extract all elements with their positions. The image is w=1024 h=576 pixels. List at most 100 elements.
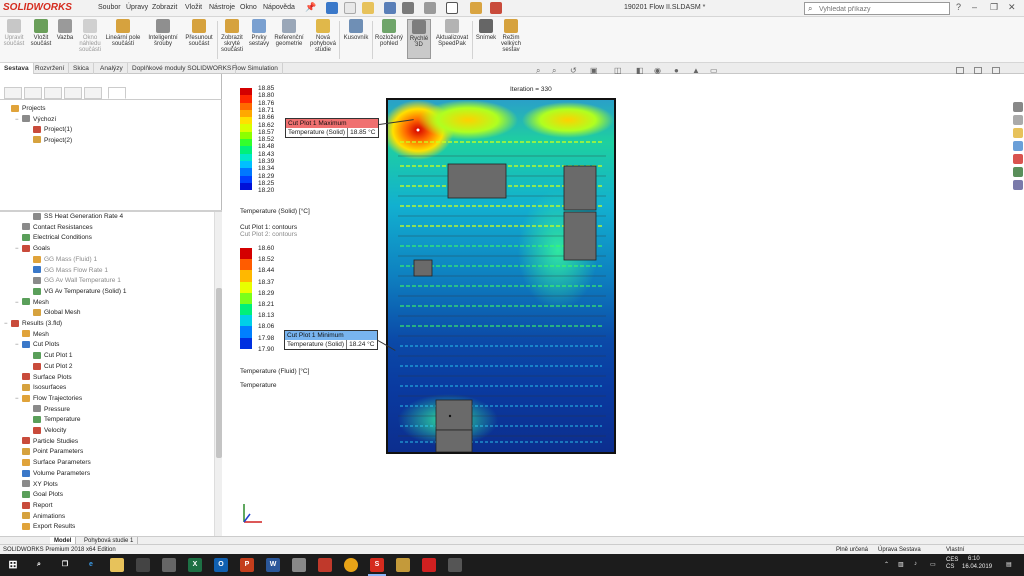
analysis-tree-item[interactable]: Mesh bbox=[15, 330, 49, 340]
projects-tree-item[interactable]: Projects bbox=[4, 104, 45, 114]
analysis-tree-item[interactable]: Contact Resistances bbox=[15, 223, 93, 233]
dimxpert-tab[interactable] bbox=[64, 87, 82, 99]
analysis-tree-item[interactable]: GG Mass (Fluid) 1 bbox=[26, 255, 97, 265]
analysis-tree-item[interactable]: Point Parameters bbox=[15, 447, 83, 457]
battery-icon[interactable]: ▭ bbox=[930, 561, 936, 568]
analysis-tree-item[interactable]: − Cut Plots bbox=[15, 340, 59, 350]
chrome-icon[interactable] bbox=[344, 558, 358, 572]
home-icon[interactable] bbox=[326, 2, 338, 14]
section-view-icon[interactable]: ▣ bbox=[590, 66, 598, 75]
search-input[interactable] bbox=[819, 4, 929, 14]
analysis-tree-item[interactable]: Global Mesh bbox=[26, 308, 81, 318]
menu-file[interactable]: Soubor bbox=[98, 4, 121, 11]
analysis-tree-item[interactable]: Pressure bbox=[26, 405, 70, 415]
analysis-tree-item[interactable]: − Mesh bbox=[15, 298, 49, 308]
print-icon[interactable] bbox=[402, 2, 414, 14]
bom-button[interactable]: Kusovník bbox=[342, 19, 370, 41]
snipping-tool-icon[interactable] bbox=[318, 558, 332, 572]
search-icon[interactable]: ⌕ bbox=[32, 558, 46, 572]
cfd-result-model[interactable] bbox=[386, 98, 616, 454]
language-indicator[interactable]: CES CS bbox=[946, 557, 958, 571]
collapse-toggle-icon[interactable]: − bbox=[15, 394, 21, 404]
graphics-area[interactable]: ⌕ ⌕ ↺ ▣ ◫ ◧ ◉ ● ▲ ▭ Temperature (Solid) … bbox=[222, 66, 1024, 536]
word-icon[interactable]: W bbox=[266, 558, 280, 572]
show-hidden-button[interactable]: Zobrazit skryté součásti bbox=[220, 19, 244, 53]
flow-analysis-tree-tab[interactable] bbox=[108, 87, 126, 99]
options-icon[interactable] bbox=[490, 2, 502, 14]
display-style-icon[interactable]: ◧ bbox=[636, 66, 644, 75]
pin-icon[interactable]: 📌 bbox=[305, 2, 316, 13]
collapse-toggle-icon[interactable]: − bbox=[15, 244, 21, 254]
mail-icon[interactable] bbox=[162, 558, 176, 572]
store-icon[interactable] bbox=[136, 558, 150, 572]
previous-view-icon[interactable]: ↺ bbox=[570, 66, 577, 75]
select-icon[interactable] bbox=[446, 2, 458, 14]
analysis-tree-item[interactable]: Isosurfaces bbox=[15, 383, 66, 393]
search-box[interactable]: ⌕ bbox=[804, 2, 950, 15]
instant3d-button[interactable]: Rychlé 3D bbox=[407, 19, 431, 59]
analysis-tree-item[interactable]: GG Av Wall Temperature 1 bbox=[26, 276, 121, 286]
update-speedpak-button[interactable]: Aktualizovat SpeedPak bbox=[434, 19, 470, 47]
reference-geometry-button[interactable]: Referenční geometrie bbox=[273, 19, 305, 47]
windows-start-icon[interactable]: ⊞ bbox=[6, 558, 20, 572]
property-manager-tab[interactable] bbox=[24, 87, 42, 99]
analysis-tree-item[interactable]: GG Mass Flow Rate 1 bbox=[26, 266, 108, 276]
menu-view[interactable]: Zobrazit bbox=[152, 4, 177, 11]
projects-tree-item[interactable]: − Výchozí bbox=[15, 115, 56, 125]
analysis-tree-item[interactable]: Export Results bbox=[15, 522, 75, 532]
zoom-fit-icon[interactable]: ⌕ bbox=[536, 66, 540, 76]
viewport-restore-icon[interactable] bbox=[974, 67, 982, 74]
smart-fasteners-button[interactable]: Inteligentní šrouby bbox=[145, 19, 181, 47]
minimize-icon[interactable]: – bbox=[972, 2, 977, 12]
menu-insert[interactable]: Vložit bbox=[185, 4, 202, 11]
new-motion-study-button[interactable]: Nová pohybová studie bbox=[309, 19, 337, 53]
analysis-tree-item[interactable]: Cut Plot 2 bbox=[26, 362, 73, 372]
analysis-tree-item[interactable]: Temperature bbox=[26, 415, 81, 425]
tab-addins[interactable]: Doplňkové moduly SOLIDWORKS bbox=[128, 63, 237, 74]
tray-chevron-icon[interactable]: ⌃ bbox=[884, 561, 889, 568]
powerpoint-icon[interactable]: P bbox=[240, 558, 254, 572]
app-icon[interactable] bbox=[448, 558, 462, 572]
linear-pattern-button[interactable]: Lineární pole součástí bbox=[104, 19, 142, 47]
collapse-toggle-icon[interactable]: − bbox=[15, 298, 21, 308]
analysis-tree-item[interactable]: Goal Plots bbox=[15, 490, 63, 500]
view-settings-icon[interactable]: ▭ bbox=[710, 66, 718, 75]
calculator-icon[interactable] bbox=[292, 558, 306, 572]
open-icon[interactable] bbox=[362, 2, 374, 14]
scene-icon[interactable]: ▲ bbox=[692, 66, 700, 75]
collapse-toggle-icon[interactable]: − bbox=[15, 340, 21, 350]
viewport-minimize-icon[interactable] bbox=[956, 67, 964, 74]
projects-tree-item[interactable]: Project(2) bbox=[26, 136, 72, 146]
file-explorer-icon[interactable] bbox=[110, 558, 124, 572]
menu-edit[interactable]: Úpravy bbox=[126, 4, 148, 11]
close-icon[interactable]: ✕ bbox=[1008, 2, 1016, 13]
analysis-tree-item[interactable]: Velocity bbox=[26, 426, 66, 436]
maximize-icon[interactable]: ❐ bbox=[990, 2, 998, 13]
new-document-icon[interactable] bbox=[344, 2, 356, 14]
volume-icon[interactable]: ♪ bbox=[914, 561, 917, 567]
zoom-area-icon[interactable]: ⌕ bbox=[552, 66, 556, 76]
menu-help[interactable]: Nápověda bbox=[263, 4, 295, 11]
notifications-icon[interactable]: ▤ bbox=[1006, 561, 1012, 568]
snapshot-button[interactable]: Snímek bbox=[475, 19, 497, 41]
mate-button[interactable]: Vazba bbox=[56, 19, 74, 41]
configuration-tab[interactable] bbox=[44, 87, 62, 99]
tree-scrollbar[interactable] bbox=[214, 212, 222, 536]
undo-icon[interactable] bbox=[424, 2, 436, 14]
files-icon[interactable] bbox=[396, 558, 410, 572]
solidworks-taskbar-icon[interactable]: S bbox=[368, 558, 386, 576]
large-assembly-button[interactable]: Režim velkých sestav bbox=[499, 19, 523, 53]
collapse-toggle-icon[interactable]: − bbox=[4, 319, 10, 329]
appearances-icon[interactable] bbox=[1013, 154, 1023, 164]
analysis-tree-item[interactable]: VG Av Temperature (Solid) 1 bbox=[26, 287, 127, 297]
preview-window-button[interactable]: Okno náhledu součásti bbox=[78, 19, 102, 53]
exploded-view-button[interactable]: Rozložený pohled bbox=[374, 19, 404, 47]
edit-component-button[interactable]: Upravit součást bbox=[3, 19, 25, 47]
task-view-icon[interactable]: ❐ bbox=[58, 558, 72, 572]
save-icon[interactable] bbox=[384, 2, 396, 14]
feature-tree-tab[interactable] bbox=[4, 87, 22, 99]
clock-time[interactable]: 6:10 bbox=[968, 556, 980, 562]
analysis-tree-item[interactable]: Surface Plots bbox=[15, 373, 72, 383]
outlook-icon[interactable]: O bbox=[214, 558, 228, 572]
analysis-tree-item[interactable]: Particle Studies bbox=[15, 437, 78, 447]
